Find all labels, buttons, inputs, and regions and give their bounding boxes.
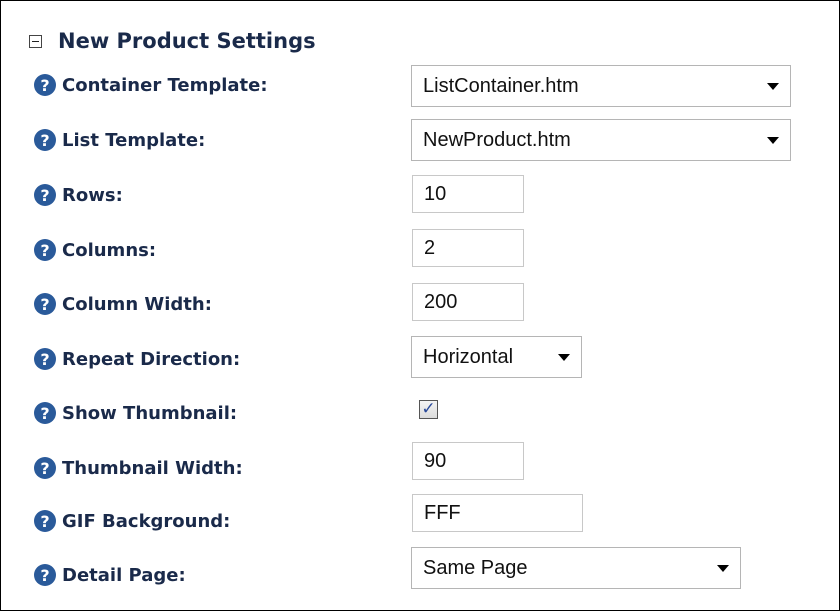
thumbnail-width-label: Thumbnail Width: [62, 457, 243, 479]
column-width-value: 200 [424, 290, 458, 313]
help-icon[interactable]: ? [34, 510, 56, 532]
row-detail-page: ? Detail Page: [34, 564, 186, 586]
repeat-direction-value: Horizontal [423, 345, 514, 368]
detail-page-select[interactable]: Same Page [411, 547, 741, 589]
row-rows: ? Rows: [34, 184, 123, 206]
columns-label: Columns: [62, 239, 157, 261]
thumbnail-width-value: 90 [424, 449, 447, 472]
row-show-thumbnail: ? Show Thumbnail: [34, 402, 237, 424]
list-template-select[interactable]: NewProduct.htm [411, 119, 791, 161]
help-icon[interactable]: ? [34, 293, 56, 315]
help-icon[interactable]: ? [34, 74, 56, 96]
section-header: New Product Settings [29, 26, 316, 56]
rows-label: Rows: [62, 184, 123, 206]
rows-input[interactable]: 10 [412, 175, 524, 213]
collapse-toggle-icon[interactable] [29, 34, 42, 48]
column-width-label: Column Width: [62, 293, 212, 315]
section-title: New Product Settings [58, 29, 316, 53]
column-width-input[interactable]: 200 [412, 283, 524, 321]
row-thumbnail-width: ? Thumbnail Width: [34, 457, 243, 479]
show-thumbnail-label: Show Thumbnail: [62, 402, 238, 424]
gif-background-value: FFF [424, 501, 461, 524]
help-icon[interactable]: ? [34, 402, 56, 424]
rows-value: 10 [424, 182, 447, 205]
chevron-down-icon [767, 83, 779, 90]
detail-page-value: Same Page [423, 556, 528, 579]
list-template-value: NewProduct.htm [423, 128, 571, 151]
help-icon[interactable]: ? [34, 129, 56, 151]
settings-panel: New Product Settings ? Container Templat… [0, 0, 840, 611]
help-icon[interactable]: ? [34, 564, 56, 586]
help-icon[interactable]: ? [34, 239, 56, 261]
row-container-template: ? Container Template: [34, 74, 268, 96]
chevron-down-icon [767, 137, 779, 144]
container-template-label: Container Template: [62, 74, 268, 96]
row-list-template: ? List Template: [34, 129, 205, 151]
detail-page-label: Detail Page: [62, 564, 186, 586]
container-template-value: ListContainer.htm [423, 74, 579, 97]
columns-input[interactable]: 2 [412, 229, 524, 267]
chevron-down-icon [558, 354, 570, 361]
container-template-select[interactable]: ListContainer.htm [411, 65, 791, 107]
help-icon[interactable]: ? [34, 457, 56, 479]
list-template-label: List Template: [62, 129, 206, 151]
help-icon[interactable]: ? [34, 348, 56, 370]
check-icon: ✓ [421, 399, 436, 419]
row-columns: ? Columns: [34, 239, 156, 261]
thumbnail-width-input[interactable]: 90 [412, 442, 524, 480]
repeat-direction-label: Repeat Direction: [62, 348, 241, 370]
help-icon[interactable]: ? [34, 184, 56, 206]
gif-background-label: GIF Background: [62, 510, 231, 532]
row-gif-background: ? GIF Background: [34, 510, 230, 532]
columns-value: 2 [424, 236, 436, 259]
show-thumbnail-checkbox[interactable]: ✓ [419, 400, 438, 419]
repeat-direction-select[interactable]: Horizontal [411, 336, 582, 378]
row-column-width: ? Column Width: [34, 293, 212, 315]
gif-background-input[interactable]: FFF [412, 494, 583, 532]
chevron-down-icon [717, 565, 729, 572]
row-repeat-direction: ? Repeat Direction: [34, 348, 240, 370]
